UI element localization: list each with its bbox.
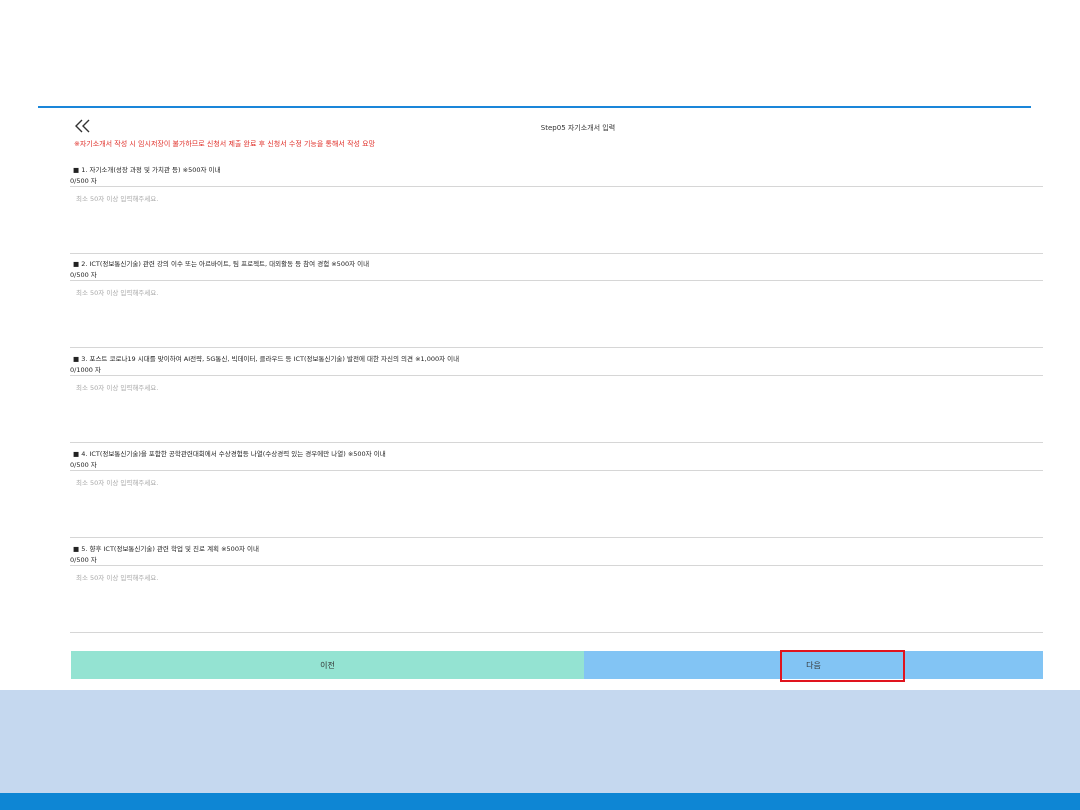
question-label: ■ 2. ICT(정보통신기술) 관련 강의 이수 또는 아르바이트, 팀 프로… <box>73 260 370 268</box>
question-section-1: ■ 1. 자기소개(성장 과정 및 가치관 등) ※500자 이내 0/500 … <box>70 164 1043 259</box>
page-title: Step05 자기소개서 입력 <box>540 124 616 132</box>
prev-button[interactable]: 이전 <box>71 651 584 679</box>
footer-band <box>0 690 1080 793</box>
header-divider <box>38 106 1031 108</box>
question-section-5: ■ 5. 향후 ICT(정보통신기술) 관련 학업 및 진로 계획 ※500자 … <box>70 543 1043 638</box>
question-label: ■ 4. ICT(정보통신기술)을 포함한 공학관련대회에서 수상경험등 나열(… <box>73 450 386 458</box>
double-chevron-left-icon[interactable] <box>74 118 92 134</box>
answer-textarea[interactable] <box>70 565 1043 633</box>
notice-text: ※자기소개서 작성 시 임시저장이 불가하므로 신청서 제출 완료 후 신청서 … <box>74 140 376 148</box>
answer-textarea[interactable] <box>70 186 1043 254</box>
navigation-buttons: 이전 다음 <box>71 651 1043 679</box>
question-section-3: ■ 3. 포스트 코로나19 시대를 맞이하여 AI전략, 5G통신, 빅데이터… <box>70 353 1043 448</box>
answer-textarea[interactable] <box>70 470 1043 538</box>
answer-textarea[interactable] <box>70 375 1043 443</box>
question-label: ■ 3. 포스트 코로나19 시대를 맞이하여 AI전략, 5G통신, 빅데이터… <box>73 355 460 363</box>
question-label: ■ 1. 자기소개(성장 과정 및 가치관 등) ※500자 이내 <box>73 166 221 174</box>
char-counter: 0/500 자 <box>70 461 97 469</box>
question-section-4: ■ 4. ICT(정보통신기술)을 포함한 공학관련대회에서 수상경험등 나열(… <box>70 448 1043 543</box>
char-counter: 0/1000 자 <box>70 366 101 374</box>
question-label: ■ 5. 향후 ICT(정보통신기술) 관련 학업 및 진로 계획 ※500자 … <box>73 545 259 553</box>
footer-bar <box>0 793 1080 810</box>
char-counter: 0/500 자 <box>70 556 97 564</box>
next-button[interactable]: 다음 <box>584 651 1043 679</box>
answer-textarea[interactable] <box>70 280 1043 348</box>
char-counter: 0/500 자 <box>70 177 97 185</box>
question-section-2: ■ 2. ICT(정보통신기술) 관련 강의 이수 또는 아르바이트, 팀 프로… <box>70 258 1043 353</box>
char-counter: 0/500 자 <box>70 271 97 279</box>
